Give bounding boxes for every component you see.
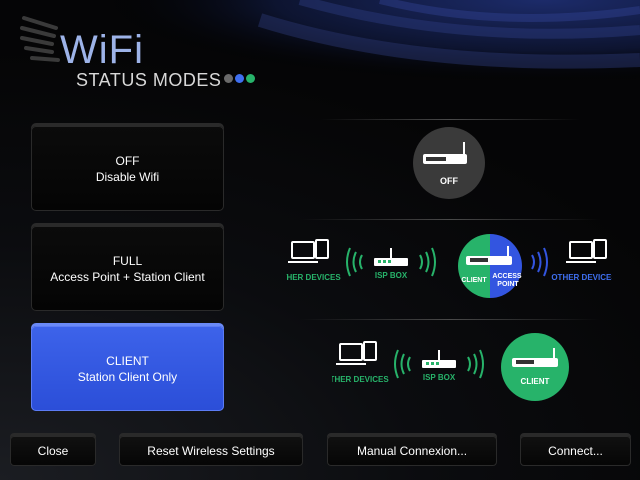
other-devices-left-label: OTHER DEVICES <box>286 273 341 282</box>
off-diagram: OFF <box>413 127 485 199</box>
access-point-label: ACCESS POINT <box>492 273 523 288</box>
client-badge <box>501 333 569 401</box>
divider <box>300 319 600 320</box>
signal-waves-icon <box>394 349 411 379</box>
isp-box-label: ISP BOX <box>423 373 456 382</box>
isp-box-icon <box>422 350 456 368</box>
mode-off-button[interactable]: OFF Disable Wifi <box>31 126 224 211</box>
laptop-icon <box>288 239 329 263</box>
signal-waves-icon <box>531 247 548 277</box>
isp-box-icon <box>374 248 408 266</box>
signal-waves-icon <box>419 247 436 277</box>
mode-client-title: CLIENT <box>106 353 149 368</box>
mode-off-title: OFF <box>115 153 140 168</box>
mode-full-button[interactable]: FULL Access Point + Station Client <box>31 226 224 311</box>
app-subtitle: STATUS MODES <box>76 70 222 90</box>
mode-full-title: FULL <box>112 253 143 268</box>
divider <box>320 119 580 120</box>
laptop-icon <box>336 341 377 365</box>
connect-button[interactable]: Connect... <box>520 436 631 466</box>
close-button[interactable]: Close <box>10 436 96 466</box>
manual-connexion-button[interactable]: Manual Connexion... <box>327 436 497 466</box>
app-title: WiFi <box>60 28 144 72</box>
other-devices-right-label: OTHER DEVICES <box>551 273 612 282</box>
access-point-label-line: POINT <box>497 281 519 288</box>
blue-dot-icon <box>235 74 244 83</box>
client-label: CLIENT <box>461 277 487 284</box>
client-diagram: OTHER DEVICES ISP BOX CLIENT <box>332 333 569 401</box>
mode-client-desc: Station Client Only <box>77 369 178 384</box>
signal-waves-icon <box>346 247 363 277</box>
gray-dot-icon <box>224 74 233 83</box>
isp-box-label: ISP BOX <box>375 271 408 280</box>
divider <box>300 219 600 220</box>
client-label: CLIENT <box>521 377 550 386</box>
status-dots <box>224 74 255 83</box>
full-diagram: OTHER DEVICES ISP BOX CLIENT ACCESS POIN… <box>286 234 612 298</box>
mode-full-desc: Access Point + Station Client <box>50 269 205 284</box>
other-devices-label: OTHER DEVICES <box>332 375 389 384</box>
laptop-icon <box>566 239 607 263</box>
client-ap-badge <box>458 234 522 298</box>
mode-off-desc: Disable Wifi <box>95 169 160 184</box>
reset-wireless-settings-button[interactable]: Reset Wireless Settings <box>119 436 303 466</box>
mode-client-button[interactable]: CLIENT Station Client Only <box>31 326 224 411</box>
signal-waves-icon <box>467 349 484 379</box>
green-dot-icon <box>246 74 255 83</box>
off-badge-label: OFF <box>440 176 458 186</box>
access-point-label-line: ACCESS <box>492 273 522 280</box>
